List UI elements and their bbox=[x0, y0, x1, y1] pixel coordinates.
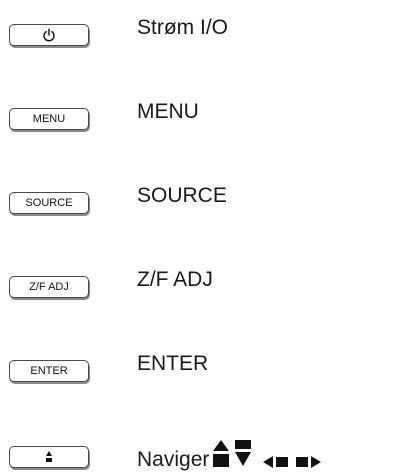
up-arrow-icon bbox=[213, 440, 229, 467]
source-description: SOURCE bbox=[137, 184, 227, 207]
menu-key[interactable]: MENU bbox=[9, 108, 89, 130]
enter-description: ENTER bbox=[137, 352, 209, 375]
legend-row-navigate: Naviger bbox=[0, 438, 395, 474]
right-arrow-icon bbox=[296, 456, 321, 468]
down-arrow-icon bbox=[235, 440, 251, 466]
left-arrow-icon bbox=[263, 456, 288, 468]
power-key[interactable] bbox=[9, 24, 89, 46]
menu-description: MENU bbox=[137, 100, 199, 123]
legend-row-source: SOURCE SOURCE bbox=[0, 184, 395, 224]
legend-row-menu: MENU MENU bbox=[0, 100, 395, 140]
legend-row-enter: ENTER ENTER bbox=[0, 352, 395, 392]
legend-row-zf-adj: Z/F ADJ Z/F ADJ bbox=[0, 268, 395, 308]
navigation-glyphs bbox=[213, 440, 321, 468]
power-description: Strøm I/O bbox=[137, 16, 228, 39]
zf-adj-description: Z/F ADJ bbox=[137, 268, 213, 291]
legend-row-power: Strøm I/O bbox=[0, 16, 395, 56]
enter-key[interactable]: ENTER bbox=[9, 360, 89, 382]
source-key[interactable]: SOURCE bbox=[9, 192, 89, 214]
zf-adj-key[interactable]: Z/F ADJ bbox=[9, 276, 89, 298]
power-icon bbox=[43, 28, 55, 42]
